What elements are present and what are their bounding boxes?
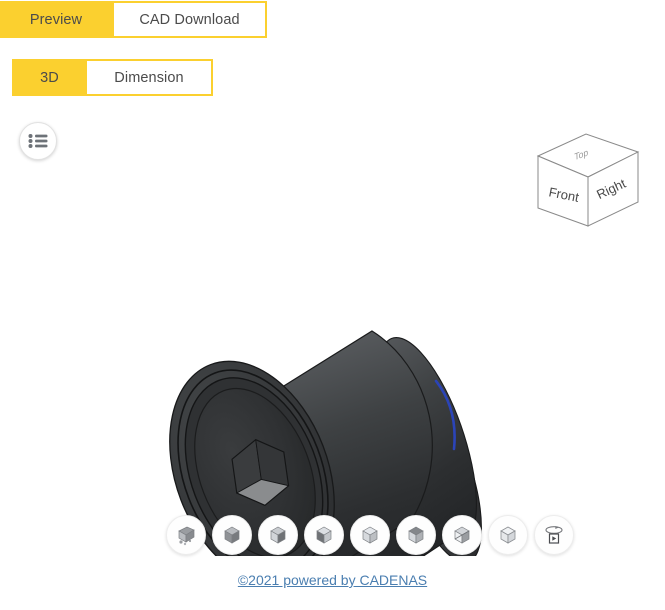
- cube-wireframe-icon: [500, 526, 516, 544]
- tool-rotate-animation[interactable]: [534, 515, 574, 555]
- tab-dimension[interactable]: Dimension: [87, 59, 213, 96]
- tab-3d[interactable]: 3D: [12, 59, 87, 96]
- viewport-menu-button[interactable]: [19, 122, 57, 160]
- cube-half-dark-icon: [270, 526, 286, 544]
- tab-cad-download[interactable]: CAD Download: [114, 1, 267, 38]
- tool-view-light[interactable]: [350, 515, 390, 555]
- tool-view-half-dark[interactable]: [258, 515, 298, 555]
- tab-cad-download-label: CAD Download: [139, 11, 240, 28]
- cube-top-dark-icon: [408, 526, 424, 544]
- view-cube-svg: Front Right Top: [536, 133, 640, 227]
- exploded-view-icon: [178, 526, 195, 546]
- tool-section-view[interactable]: [166, 515, 206, 555]
- tool-view-split[interactable]: [442, 515, 482, 555]
- secondary-tab-bar: 3D Dimension: [12, 59, 213, 96]
- tab-preview-label: Preview: [29, 11, 83, 28]
- cube-shaded-icon: [224, 526, 240, 544]
- tool-view-front-light[interactable]: [304, 515, 344, 555]
- footer: ©2021 powered by CADENAS: [0, 572, 665, 590]
- cadenas-credit-link[interactable]: ©2021 powered by CADENAS: [238, 572, 427, 588]
- list-menu-icon: [28, 134, 48, 148]
- cube-front-light-icon: [316, 526, 332, 544]
- tool-view-wireframe[interactable]: [488, 515, 528, 555]
- tool-view-shaded[interactable]: [212, 515, 252, 555]
- tab-preview[interactable]: Preview: [0, 1, 114, 38]
- tab-3d-label: 3D: [40, 69, 59, 86]
- rotate-play-icon: [545, 526, 563, 544]
- tool-view-top-dark[interactable]: [396, 515, 436, 555]
- cube-split-icon: [454, 526, 470, 544]
- tab-dimension-label: Dimension: [114, 69, 184, 86]
- cube-light-icon: [362, 526, 378, 544]
- view-cube[interactable]: Front Right Top: [530, 130, 645, 230]
- primary-tab-bar: Preview CAD Download: [0, 1, 267, 38]
- view-mode-toolbar: [166, 515, 574, 555]
